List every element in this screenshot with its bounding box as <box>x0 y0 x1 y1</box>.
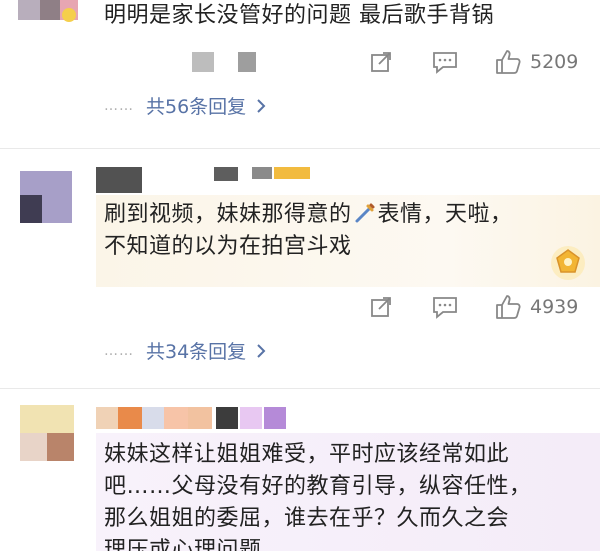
share-icon[interactable] <box>369 50 393 74</box>
thumbs-up-icon <box>494 293 522 321</box>
share-icon[interactable] <box>369 295 393 319</box>
like-count: 4939 <box>530 296 579 318</box>
avatar[interactable] <box>18 0 80 30</box>
comment-2: 刷到视频，妹妹那得意的 表情，天啦， 不知道的以为在拍宫斗戏 4939 …… 共… <box>0 149 600 389</box>
like-button[interactable]: 4939 <box>494 293 578 321</box>
like-count: 5209 <box>530 51 579 73</box>
avatar[interactable] <box>20 405 74 461</box>
comment-icon[interactable] <box>432 50 458 74</box>
reply-dots: …… <box>104 97 134 114</box>
replies-count-label: 共34条回复 <box>146 341 247 363</box>
gold-badge-icon <box>548 243 588 283</box>
avatar[interactable] <box>20 171 72 223</box>
replies-link[interactable]: …… 共34条回复 <box>104 337 266 364</box>
replies-count-label: 共56条回复 <box>146 96 247 118</box>
comment-text: 刷到视频，妹妹那得意的 表情，天啦， 不知道的以为在拍宫斗戏 <box>104 202 513 259</box>
replies-link[interactable]: …… 共56条回复 <box>104 92 266 119</box>
comment-text: 明明是家长没管好的问题 最后歌手背锅 <box>104 3 494 28</box>
thumbs-up-icon <box>494 48 522 76</box>
comment-1: 明明是家长没管好的问题 最后歌手背锅 5209 …… 共56条回复 <box>0 0 600 150</box>
chevron-right-icon <box>256 343 266 359</box>
comment-3: 妹妹这样让姐姐难受，平时应该经常如此 吧……父母没有好的教育引导，纵容任性， 那… <box>0 389 600 551</box>
chevron-right-icon <box>256 98 266 114</box>
dagger-emoji-icon <box>354 202 376 224</box>
comment-text: 妹妹这样让姐姐难受，平时应该经常如此 吧……父母没有好的教育引导，纵容任性， 那… <box>104 442 532 551</box>
comment-icon[interactable] <box>432 295 458 319</box>
like-button[interactable]: 5209 <box>494 48 578 76</box>
reply-dots: …… <box>104 342 134 359</box>
